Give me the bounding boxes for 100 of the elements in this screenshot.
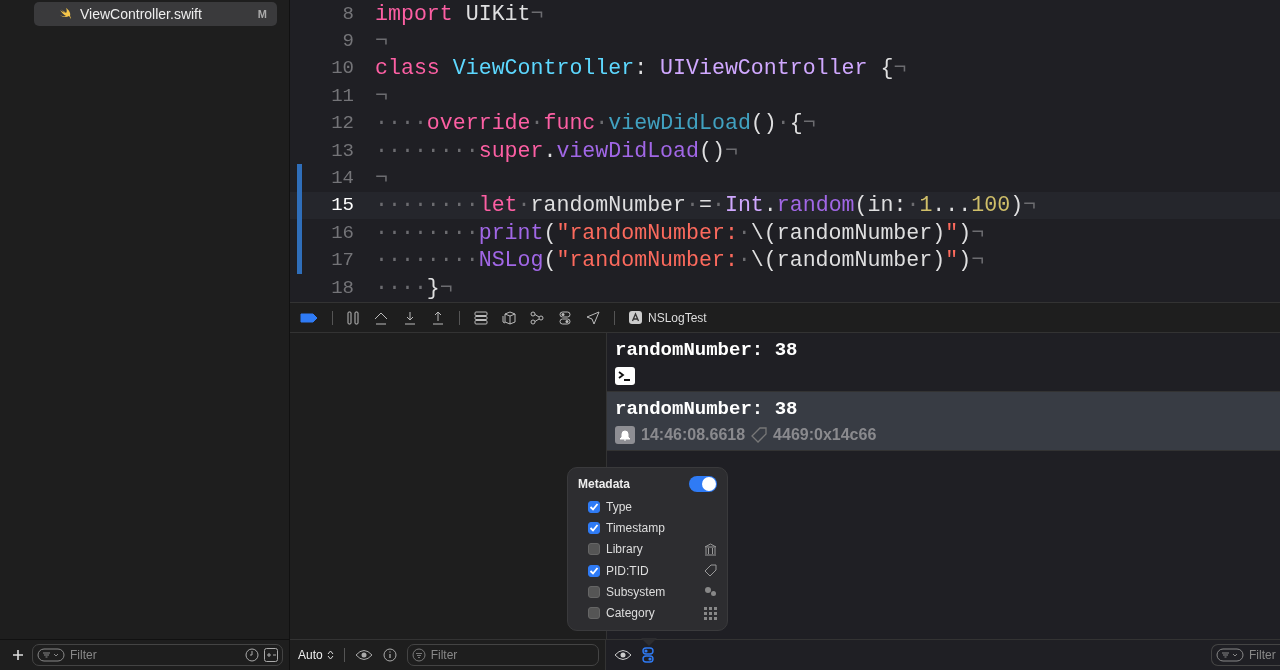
invisible-marks: ¬ [1023,193,1037,218]
invisible-marks: ¬ [971,220,985,245]
keyword: import [375,1,453,26]
code-text: ) [1010,193,1024,218]
line-number: 12 [330,112,354,135]
step-out-icon[interactable] [431,310,445,325]
string-literal: "randomNumber: [556,220,738,245]
eye-icon[interactable] [354,649,373,661]
filter-menu-icon[interactable] [1216,648,1244,662]
invisible-marks: ¬ [439,275,453,300]
metadata-toggle[interactable] [689,476,717,492]
checkbox[interactable] [588,564,600,577]
checkbox[interactable] [588,607,600,620]
invisible-marks: ···· [375,275,427,300]
terminal-icon [615,367,635,385]
console-entry[interactable]: randomNumber: 38 14:46:08.6618 4469:0x14c66 [607,392,1280,451]
code-text: \(randomNumber) [750,248,946,273]
scope-selector[interactable]: Auto [298,648,323,662]
invisible-marks: · [776,111,790,136]
tag-icon [704,564,717,578]
keyword: class [375,56,440,81]
invisible-marks: · [517,193,531,218]
function-name: print [478,220,544,245]
grid-icon [704,606,717,620]
line-number: 13 [330,139,354,162]
toggles-icon[interactable] [558,310,572,325]
line-number: 10 [330,57,354,80]
metadata-toggles-icon[interactable] [642,647,654,663]
option-label: Library [606,542,644,557]
code-text: () [699,138,725,163]
checkbox[interactable] [588,500,600,513]
code-text: . [543,138,557,163]
stepper-icon[interactable] [326,650,334,660]
filter-input[interactable]: Filter [430,648,594,662]
option-label: PID:TID [606,563,650,578]
gears-icon [704,585,717,599]
tag-icon [751,427,768,443]
code-text: UIKit [464,1,531,26]
line-number: 17 [330,249,354,272]
checkbox[interactable] [588,543,600,556]
code-text: () [750,111,777,136]
add-icon[interactable] [12,649,24,661]
share-nodes-icon[interactable] [530,310,544,325]
code-text: \(randomNumber) [750,220,946,245]
invisible-marks: ········ [375,138,479,163]
invisible-marks: ¬ [375,29,388,54]
filter-input[interactable]: Filter [70,648,240,662]
filter-field[interactable]: Filter [406,644,599,666]
timestamp: 14:46:08.6618 [641,426,746,444]
file-item[interactable]: ViewController.swift M [34,2,277,26]
pid-tid: 4469:0x14c66 [773,426,877,444]
invisible-marks: ¬ [375,166,388,191]
popover-title: Metadata [578,477,630,491]
filter-field[interactable]: Filter [32,644,283,666]
filter-input[interactable]: Filter [1249,648,1276,662]
invisible-marks: ········ [375,193,479,218]
invisible-marks: ········ [375,220,479,245]
cubes-icon[interactable] [502,310,516,325]
code-text: . [763,193,777,218]
keyword: let [478,193,518,218]
invisible-marks: · [530,111,544,136]
plus-minus-icon[interactable] [264,648,278,662]
invisible-marks: ¬ [375,83,388,108]
keyword: super [478,138,544,163]
line-number: 14 [330,167,354,190]
info-icon[interactable] [382,648,397,662]
checkbox[interactable] [588,521,600,534]
function-name: random [776,193,855,218]
step-over-icon[interactable] [373,310,389,325]
filter-menu-icon[interactable] [37,648,65,662]
keyword: override [426,111,531,136]
line-number: 11 [330,84,354,107]
string-literal: "randomNumber: [556,248,738,273]
clock-icon[interactable] [245,648,259,662]
line-number: 9 [341,30,354,53]
code-text: ( [543,220,557,245]
code-text: = [699,193,712,218]
invisible-marks: · [737,220,751,245]
option-label: Timestamp [606,520,666,535]
filter-field[interactable]: Filter [1211,644,1280,666]
invisible-marks: ¬ [893,56,907,81]
breakpoints-toggle-icon[interactable] [300,312,318,323]
invisible-marks: ········ [375,248,479,273]
pause-icon[interactable] [347,310,359,325]
columns-building-icon [704,542,717,556]
view-hierarchy-icon[interactable] [474,310,488,325]
option-label: Category [606,606,656,621]
invisible-marks: ¬ [724,138,738,163]
eye-icon[interactable] [614,649,632,661]
location-arrow-icon[interactable] [586,310,600,325]
target-name[interactable]: NSLogTest [648,310,707,325]
step-into-icon[interactable] [403,310,417,325]
string-literal: " [945,220,959,245]
line-number: 8 [341,2,354,25]
code-text: ) [958,248,972,273]
invisible-marks: ···· [375,111,427,136]
code-text: { [879,56,894,81]
invisible-marks: ¬ [971,248,985,273]
checkbox[interactable] [588,585,600,598]
option-label: Type [606,499,633,514]
